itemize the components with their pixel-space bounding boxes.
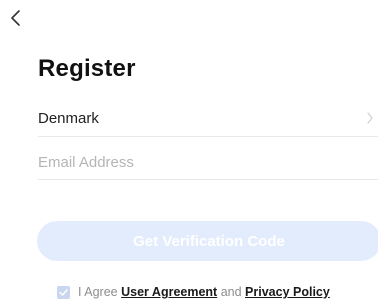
agreement-conjunction: and — [220, 285, 242, 299]
country-selector[interactable]: Denmark — [38, 101, 378, 137]
page-title: Register — [38, 55, 136, 82]
agreement-prefix: I Agree — [78, 285, 118, 299]
agreement-checkbox[interactable] — [57, 285, 70, 299]
checkmark-icon — [59, 288, 68, 296]
get-verification-code-button[interactable]: Get Verification Code — [37, 221, 378, 261]
email-input[interactable] — [38, 149, 358, 175]
user-agreement-link[interactable]: User Agreement — [121, 285, 217, 299]
country-value: Denmark — [38, 110, 99, 127]
email-row — [38, 144, 378, 180]
privacy-policy-link[interactable]: Privacy Policy — [245, 285, 330, 299]
agreement-row: I Agree User Agreement and Privacy Polic… — [57, 284, 330, 300]
register-screen: Register Denmark Get Verification Code I… — [0, 0, 378, 301]
chevron-left-icon — [11, 10, 20, 26]
back-button[interactable] — [9, 8, 23, 28]
chevron-right-icon — [367, 112, 373, 124]
